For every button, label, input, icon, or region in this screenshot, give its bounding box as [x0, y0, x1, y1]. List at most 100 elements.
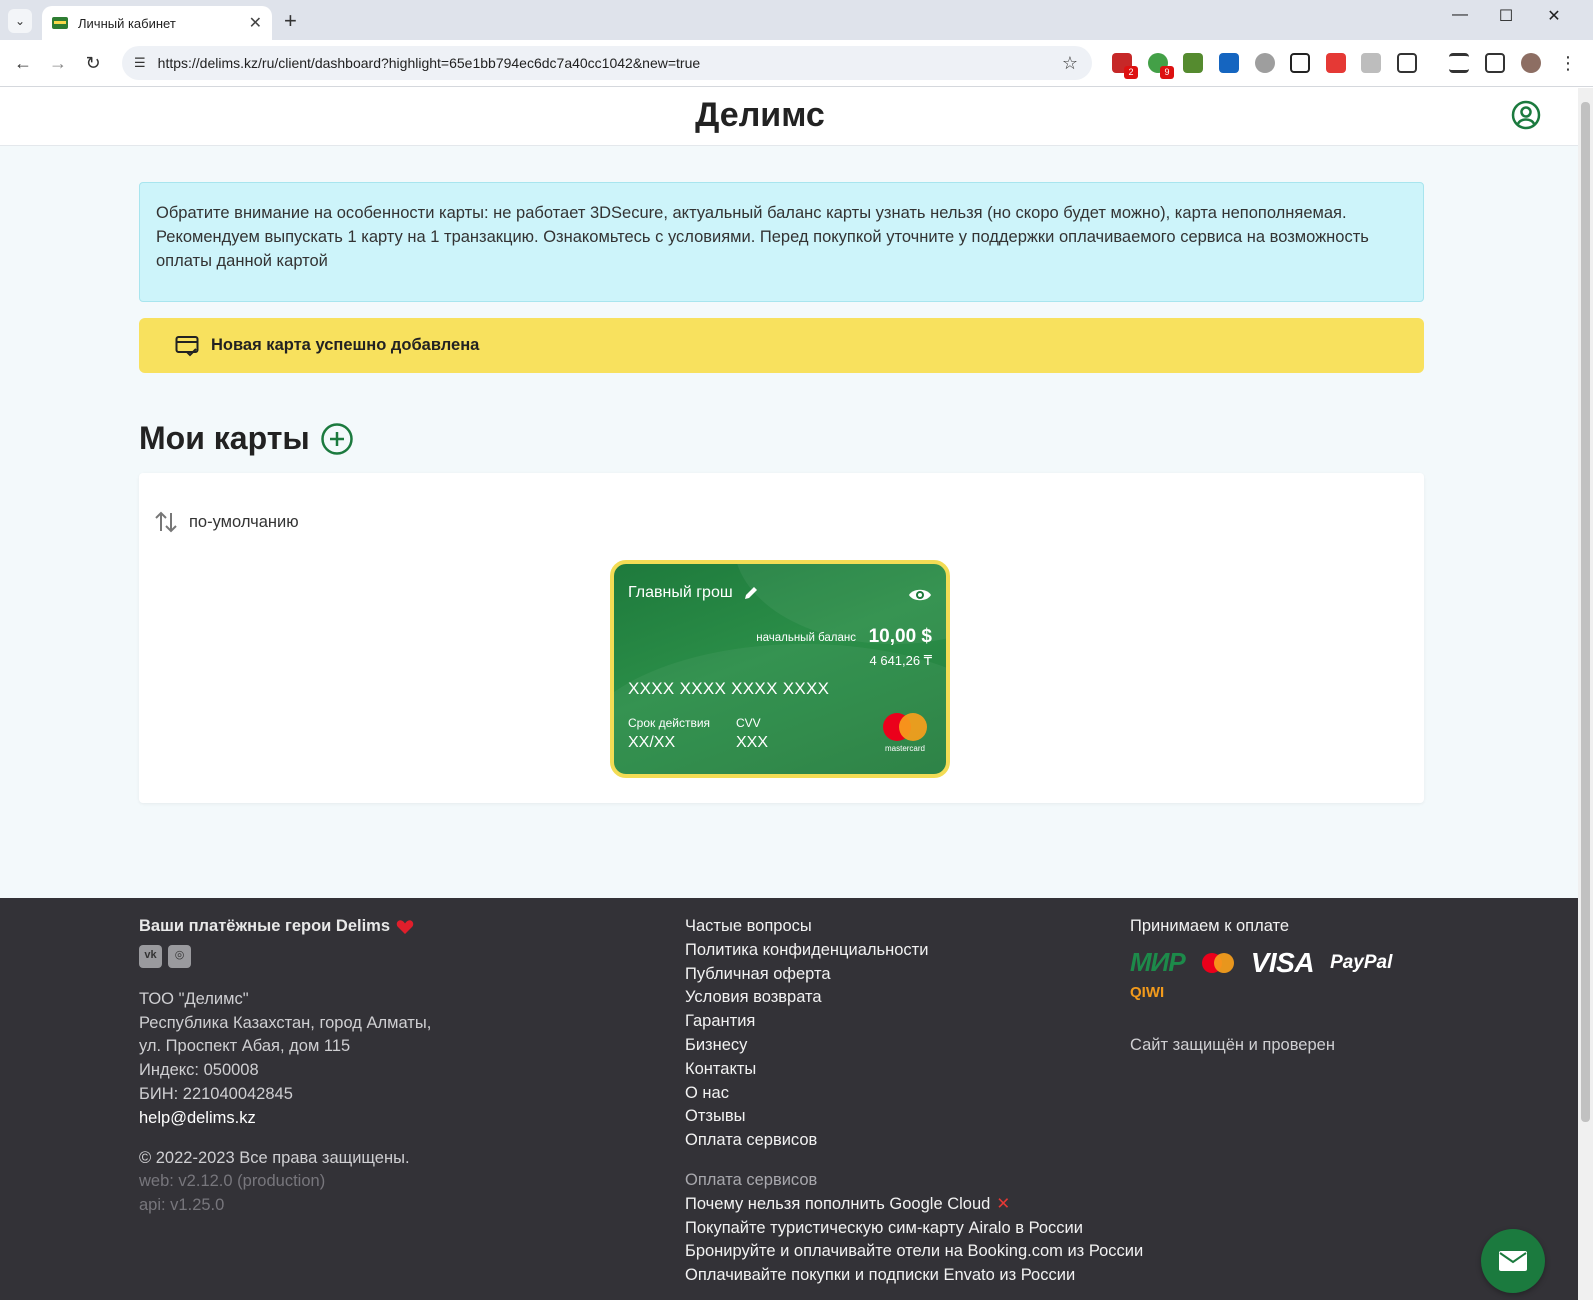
- extension-icon[interactable]: [1361, 53, 1381, 73]
- api-version: api: v1.25.0: [139, 1196, 225, 1215]
- support-chat-button[interactable]: [1481, 1229, 1545, 1293]
- expiry-label: Срок действия: [628, 716, 711, 730]
- footer-link-business[interactable]: Бизнесу: [685, 1034, 1143, 1058]
- footer-link-privacy[interactable]: Политика конфиденциальности: [685, 939, 1143, 963]
- footer-link-guarantee[interactable]: Гарантия: [685, 1010, 1143, 1034]
- heart-icon: [396, 920, 414, 934]
- bookmark-star-icon[interactable]: ☆: [1062, 53, 1078, 74]
- footer-tagline: Ваши платёжные герои Delims: [139, 915, 431, 939]
- payment-heading: Принимаем к оплате: [1130, 917, 1290, 935]
- todoist-extension-icon[interactable]: [1326, 53, 1346, 73]
- minimize-icon[interactable]: —: [1437, 6, 1483, 24]
- paypal-logo: PayPal: [1330, 951, 1393, 973]
- postal-index: Индекс: 050008: [139, 1061, 259, 1080]
- tab-favicon-icon: [52, 17, 68, 29]
- tab-close-icon[interactable]: ✕: [249, 13, 262, 33]
- extension-icon[interactable]: [1183, 53, 1203, 73]
- service-link-airalo[interactable]: Покупайте туристическую сим-карту Airalo…: [685, 1217, 1143, 1241]
- show-details-eye-icon[interactable]: [908, 586, 932, 604]
- web-version: web: v2.12.0 (production): [139, 1172, 326, 1191]
- browser-toolbar: ← → ↻ ☰ https://delims.kz/ru/client/dash…: [0, 40, 1593, 87]
- user-account-icon[interactable]: [1511, 100, 1541, 130]
- forward-icon[interactable]: →: [45, 50, 71, 76]
- cards-panel: по-умолчанию Главный грош начальный бала…: [139, 473, 1424, 803]
- payment-logos: МИР VISA PayPal: [1130, 946, 1393, 978]
- site-info-icon[interactable]: ☰: [134, 55, 146, 71]
- success-alert: Новая карта успешно добавлена: [139, 318, 1424, 373]
- address-line: Республика Казахстан, город Алматы,: [139, 1013, 432, 1032]
- footer-link-refund[interactable]: Условия возврата: [685, 986, 1143, 1010]
- service-link-google-cloud[interactable]: Почему нельзя пополнить Google Cloud ✕: [685, 1193, 1143, 1217]
- social-links: vk ◎: [139, 944, 431, 968]
- gmail-extension-icon[interactable]: 2: [1112, 53, 1138, 79]
- footer-link-contacts[interactable]: Контакты: [685, 1058, 1143, 1082]
- service-link-text: Почему нельзя пополнить Google Cloud: [685, 1194, 991, 1213]
- vk-icon[interactable]: vk: [139, 944, 162, 968]
- tab-title: Личный кабинет: [78, 15, 176, 31]
- browser-menu-icon[interactable]: ⋮: [1558, 50, 1578, 76]
- mir-logo: МИР: [1130, 946, 1186, 977]
- card-notice-alert: Обратите внимание на особенности карты: …: [139, 182, 1424, 302]
- browser-tab[interactable]: Личный кабинет ✕: [42, 6, 272, 40]
- qiwi-logo: QIWI: [1130, 983, 1165, 1001]
- window-close-icon[interactable]: ✕: [1531, 6, 1577, 26]
- back-icon[interactable]: ←: [10, 50, 36, 76]
- reload-icon[interactable]: ↻: [80, 50, 106, 76]
- copyright: © 2022-2023 Все права защищены.: [139, 1148, 410, 1167]
- service-link-booking[interactable]: Бронируйте и оплачивайте отели на Bookin…: [685, 1240, 1143, 1264]
- support-email-link[interactable]: help@delims.kz: [139, 1107, 431, 1131]
- maximize-icon[interactable]: ☐: [1483, 6, 1529, 26]
- card-number: XXXX XXXX XXXX XXXX: [628, 679, 830, 698]
- card-check-icon: [175, 335, 199, 356]
- extension-icon[interactable]: [1219, 53, 1239, 73]
- expiry-value: XX/XX: [628, 734, 676, 751]
- new-tab-icon[interactable]: +: [284, 8, 297, 34]
- cvv-value: XXX: [736, 734, 769, 751]
- security-notice: Сайт защищён и проверен: [1130, 1036, 1335, 1055]
- footer-payments-column: Принимаем к оплате МИР VISA PayPal QIWI …: [1130, 915, 1392, 1058]
- footer-links-column: Частые вопросы Политика конфиденциальнос…: [685, 915, 1143, 1288]
- cross-icon: ✕: [996, 1194, 1011, 1213]
- card-name: Главный грош: [628, 584, 759, 602]
- media-control-icon[interactable]: [1449, 53, 1469, 73]
- bank-card[interactable]: Главный грош начальный баланс 10,00 $ 4 …: [610, 560, 950, 778]
- footer-link-offer[interactable]: Публичная оферта: [685, 963, 1143, 987]
- site-footer: Ваши платёжные герои Delims vk ◎ ТОО "Де…: [0, 898, 1578, 1300]
- page-scrollbar[interactable]: [1578, 88, 1593, 1300]
- section-title-text: Мои карты: [139, 420, 310, 456]
- profile-avatar[interactable]: [1521, 53, 1541, 73]
- services-heading: Оплата сервисов: [685, 1170, 818, 1189]
- bin-number: БИН: 221040042845: [139, 1084, 293, 1103]
- footer-company-column: Ваши платёжные герои Delims vk ◎ ТОО "Де…: [139, 915, 431, 1218]
- mastercard-logo-icon: [1201, 952, 1234, 973]
- mastercard-logo-icon: mastercard: [883, 713, 927, 753]
- edit-pencil-icon[interactable]: [743, 585, 759, 601]
- mail-icon: [1499, 1251, 1527, 1271]
- site-header: Делимс: [0, 88, 1578, 146]
- footer-link-reviews[interactable]: Отзывы: [685, 1105, 1143, 1129]
- footer-link-services[interactable]: Оплата сервисов: [685, 1129, 1143, 1153]
- company-name: ТОО "Делимс": [139, 989, 249, 1008]
- notion-extension-icon[interactable]: [1290, 53, 1310, 73]
- visa-logo: VISA: [1250, 946, 1315, 978]
- sort-label: по-умолчанию: [189, 512, 299, 531]
- scrollbar-thumb[interactable]: [1581, 102, 1590, 1122]
- svg-text:mastercard: mastercard: [885, 744, 925, 753]
- sort-control[interactable]: по-умолчанию: [153, 509, 299, 535]
- footer-link-faq[interactable]: Частые вопросы: [685, 915, 1143, 939]
- site-logo[interactable]: Делимс: [0, 96, 1520, 135]
- balance-usd: 10,00 $: [868, 626, 932, 647]
- balance-label: начальный баланс: [756, 632, 856, 644]
- extension-icon[interactable]: 9: [1148, 53, 1174, 79]
- side-panel-icon[interactable]: [1485, 53, 1505, 73]
- extension-icon[interactable]: [1255, 53, 1275, 73]
- add-card-icon[interactable]: [320, 422, 354, 456]
- tab-search-button[interactable]: ⌄: [8, 9, 32, 33]
- service-link-envato[interactable]: Оплачивайте покупки и подписки Envato из…: [685, 1264, 1143, 1288]
- balance-kzt: 4 641,26 ₸: [869, 653, 933, 668]
- address-bar[interactable]: ☰ https://delims.kz/ru/client/dashboard?…: [122, 46, 1092, 80]
- instagram-icon[interactable]: ◎: [168, 944, 191, 968]
- footer-link-about[interactable]: О нас: [685, 1082, 1143, 1106]
- url-text[interactable]: https://delims.kz/ru/client/dashboard?hi…: [158, 55, 1062, 71]
- extensions-puzzle-icon[interactable]: [1397, 53, 1417, 73]
